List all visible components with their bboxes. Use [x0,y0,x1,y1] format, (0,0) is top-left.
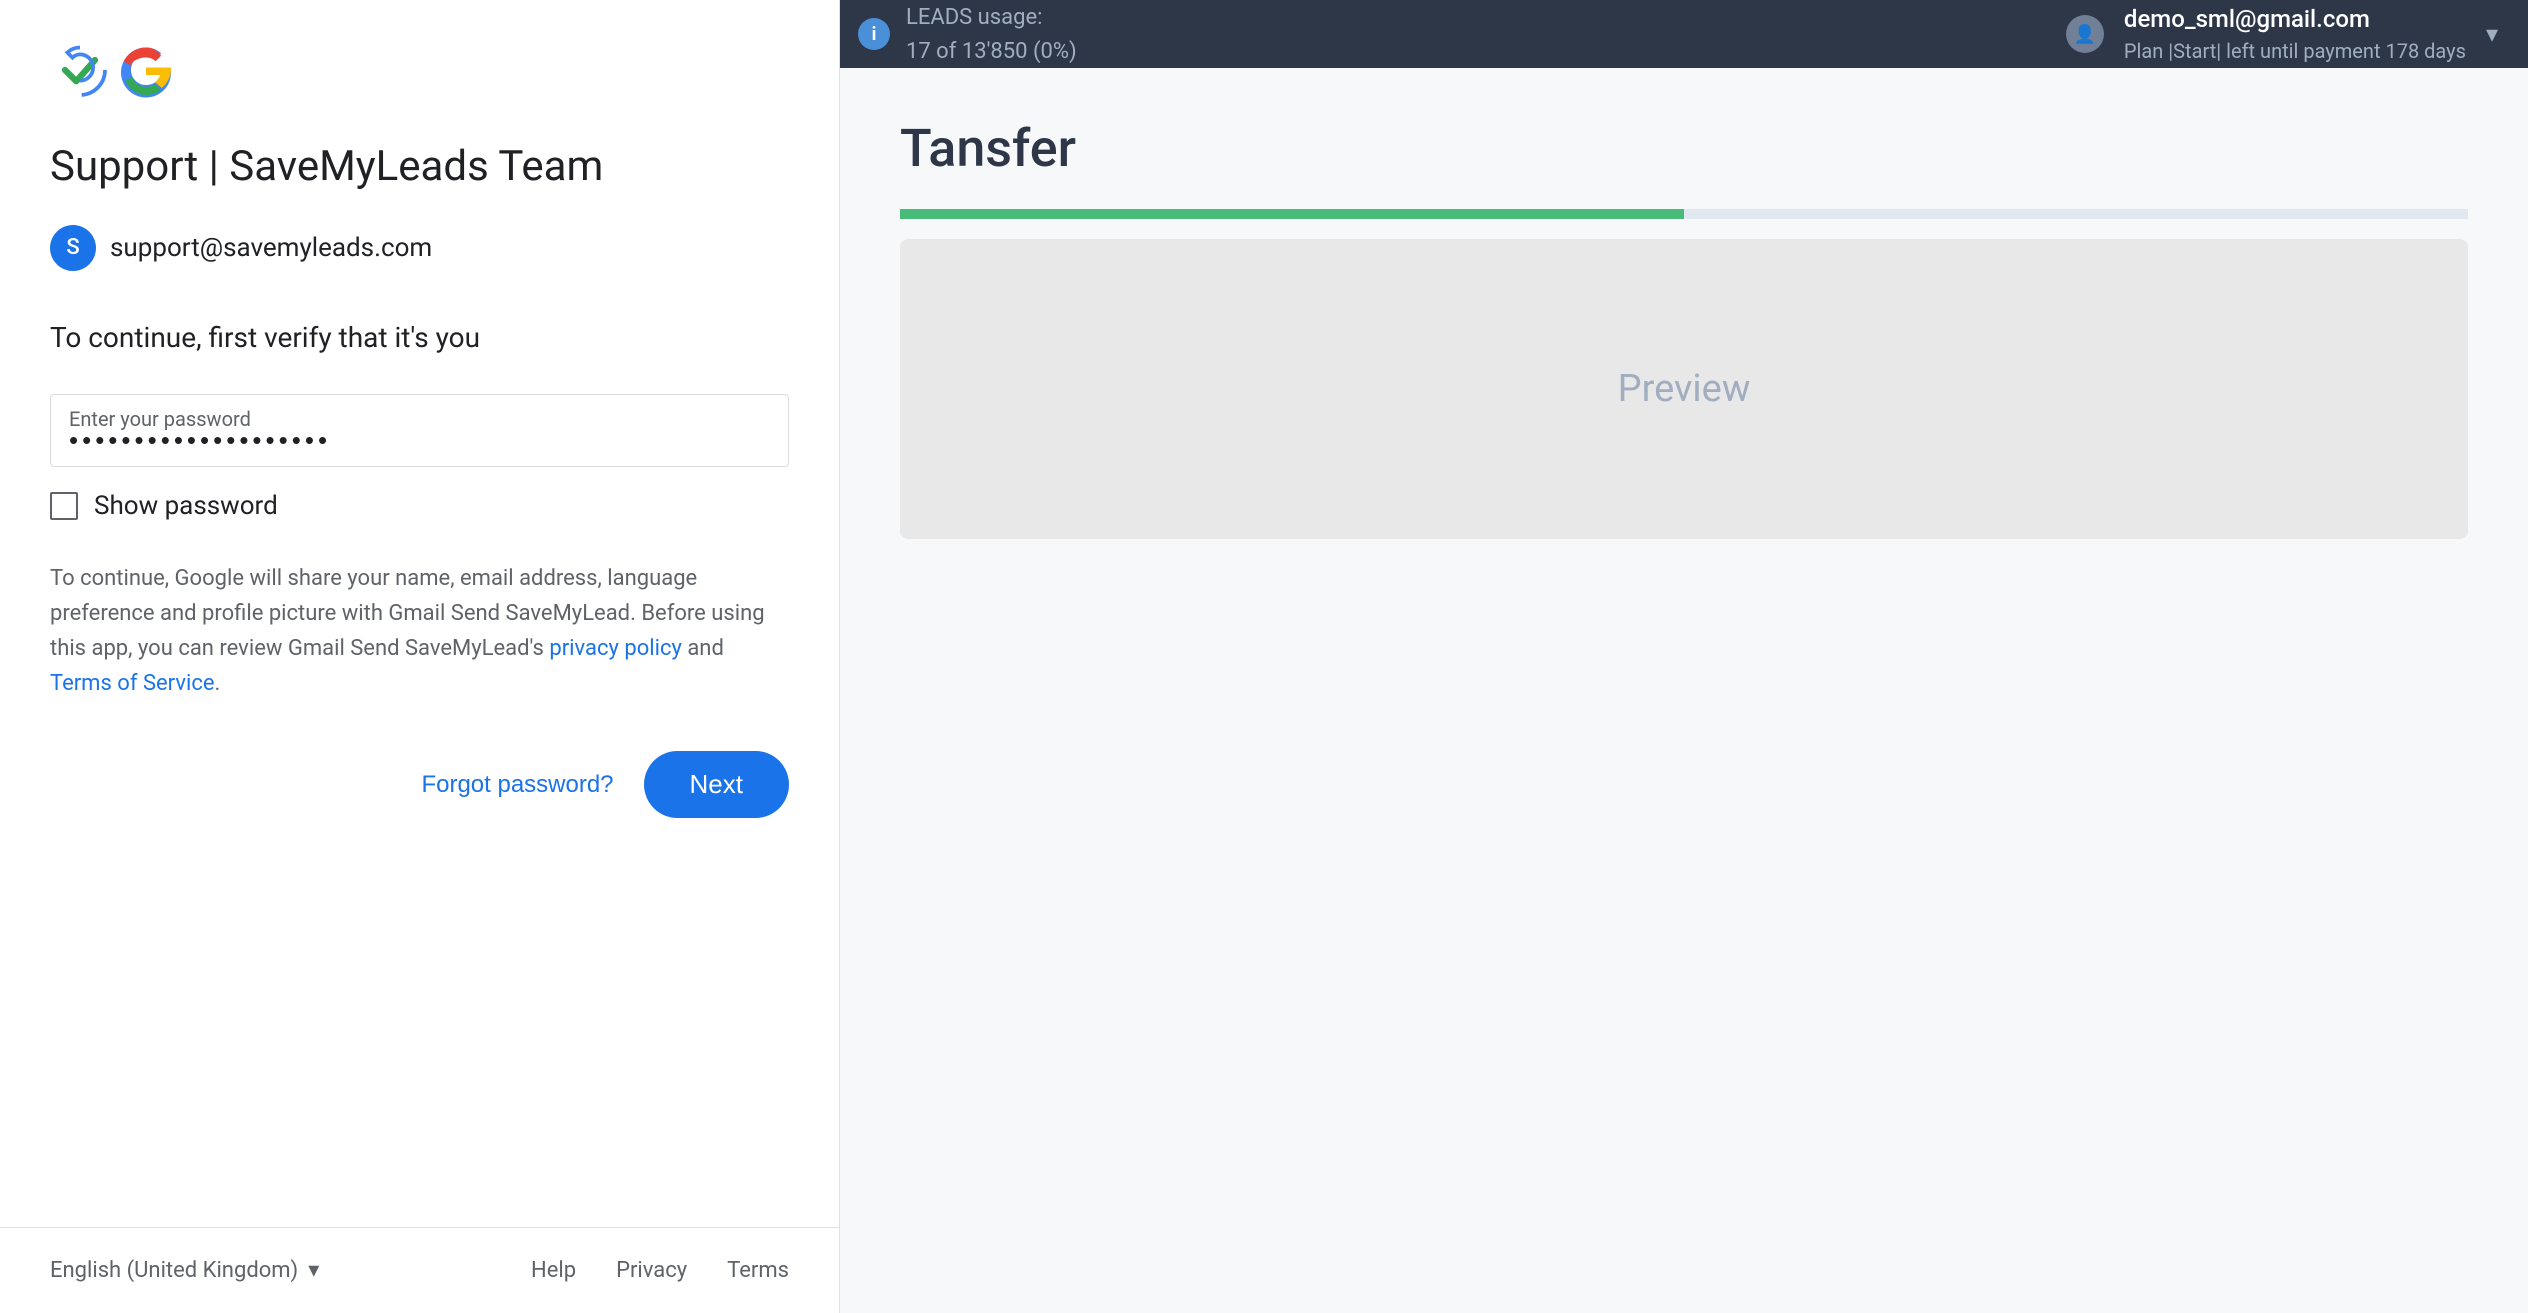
google-g-icon [116,40,176,100]
progress-area [900,209,2468,219]
next-button[interactable]: Next [644,751,789,818]
password-field-wrapper: Enter your password [50,394,789,467]
user-email-row: S support@savemyleads.com [50,225,789,271]
top-bar: i LEADS usage: 17 of 13'850 (0%) 👤 demo_… [828,0,2528,68]
avatar: 👤 [2066,15,2104,53]
progress-tab-2 [1684,209,2468,219]
app-panel: Tansfer Preview [840,68,2528,1313]
google-footer: English (United Kingdom) ▾ Help Privacy … [0,1227,839,1313]
show-password-label[interactable]: Show password [94,491,278,521]
language-selector[interactable]: English (United Kingdom) ▾ [50,1258,319,1283]
consent-text: To continue, Google will share your name… [50,561,789,702]
user-info: demo_sml@gmail.com Plan |Start| left unt… [2124,3,2466,65]
terms-link[interactable]: Terms [727,1258,789,1283]
password-label: Enter your password [69,407,251,431]
privacy-link[interactable]: Privacy [616,1258,687,1283]
help-link[interactable]: Help [531,1258,576,1283]
google-checkmark-icon [50,40,110,100]
app-content: Tansfer Preview [840,68,2528,589]
show-password-checkbox[interactable] [50,492,78,520]
google-auth-panel: Support | SaveMyLeads Team S support@sav… [0,0,840,1313]
forgot-password-button[interactable]: Forgot password? [421,771,613,799]
privacy-policy-link[interactable]: privacy policy [549,636,682,661]
language-chevron-icon: ▾ [308,1258,319,1283]
language-label: English (United Kingdom) [50,1258,298,1283]
chevron-down-icon[interactable]: ▾ [2486,20,2498,48]
leads-usage-section: i LEADS usage: 17 of 13'850 (0%) [858,0,1077,68]
user-email-display: support@savemyleads.com [110,233,432,263]
action-row: Forgot password? Next [50,751,789,818]
google-logo [50,40,789,100]
verify-title: To continue, first verify that it's you [50,321,789,354]
footer-links: Help Privacy Terms [531,1258,789,1283]
app-section-title: Tansfer [900,118,2468,179]
user-initial-avatar: S [50,225,96,271]
preview-box: Preview [900,239,2468,539]
user-section[interactable]: 👤 demo_sml@gmail.com Plan |Start| left u… [2066,3,2498,65]
google-main: To continue, first verify that it's you … [0,271,839,1227]
app-title: Support | SaveMyLeads Team [50,140,789,195]
leads-usage: LEADS usage: 17 of 13'850 (0%) [906,0,1077,68]
terms-of-service-link[interactable]: Terms of Service [50,671,215,696]
progress-tab-1 [900,209,1684,219]
password-field-container: Enter your password [50,394,789,467]
show-password-row: Show password [50,491,789,521]
google-header: Support | SaveMyLeads Team S support@sav… [0,0,839,271]
info-icon: i [858,18,890,50]
